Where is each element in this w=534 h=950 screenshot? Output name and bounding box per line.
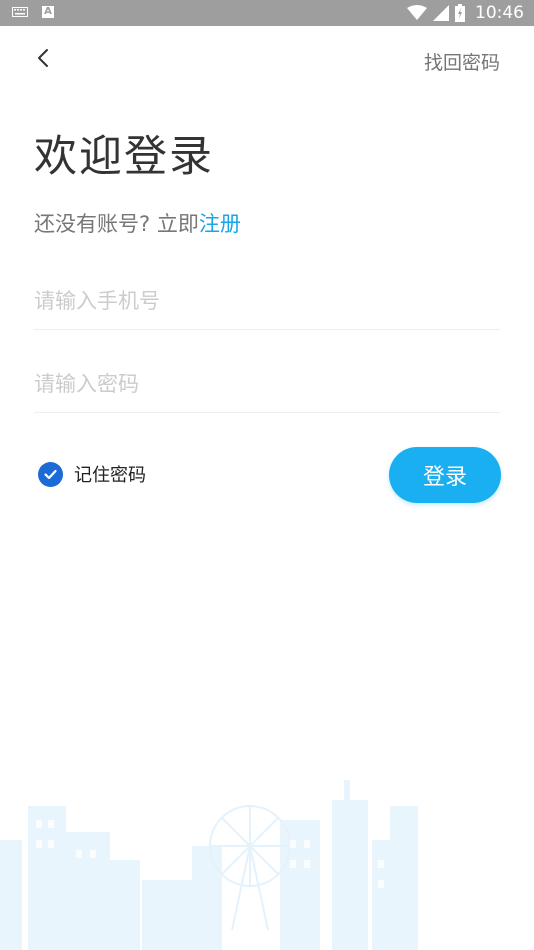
- page-title: 欢迎登录: [34, 132, 214, 182]
- back-button[interactable]: [30, 44, 58, 72]
- phone-input[interactable]: [34, 273, 500, 329]
- remember-checkbox[interactable]: [38, 461, 63, 487]
- password-field-container: [34, 356, 500, 413]
- wifi-icon: [407, 5, 427, 20]
- a-notification-icon: A: [42, 6, 54, 18]
- chevron-left-icon: [38, 49, 48, 67]
- login-button[interactable]: 登录: [389, 447, 501, 503]
- register-prompt-text: 还没有账号? 立即: [34, 212, 199, 236]
- register-prompt: 还没有账号? 立即注册: [34, 208, 241, 238]
- register-link[interactable]: 注册: [199, 212, 241, 236]
- signal-icon: [433, 5, 449, 21]
- keyboard-icon: [12, 7, 28, 17]
- remember-password-toggle[interactable]: 记住密码: [38, 461, 146, 487]
- phone-field-container: [34, 273, 500, 330]
- remember-label: 记住密码: [74, 465, 146, 486]
- checkmark-icon: [44, 469, 57, 479]
- password-input[interactable]: [34, 356, 500, 412]
- status-time: 10:46: [475, 3, 524, 23]
- battery-icon: [455, 4, 465, 22]
- top-nav: 找回密码: [0, 26, 534, 96]
- forgot-password-link[interactable]: 找回密码: [424, 48, 500, 75]
- status-bar: A 10:46: [0, 0, 534, 26]
- city-skyline-illustration: [0, 780, 418, 950]
